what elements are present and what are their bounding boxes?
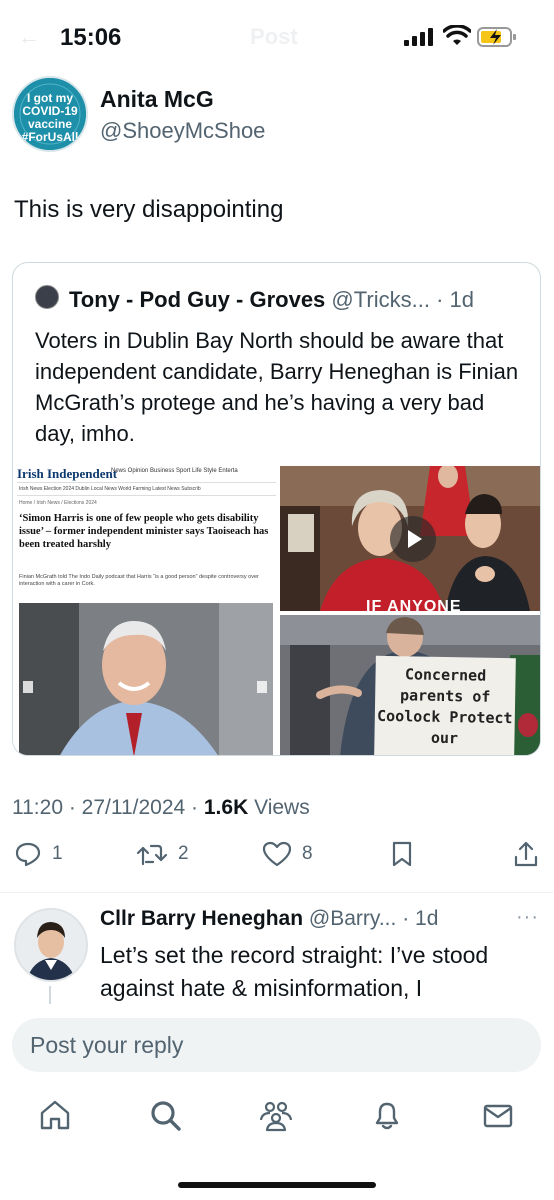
- like-count: 8: [302, 843, 313, 864]
- wifi-icon: [443, 25, 471, 45]
- status-time: 15:06: [60, 24, 122, 51]
- messages-icon[interactable]: [481, 1098, 515, 1132]
- quoted-media-grid: Irish Independent News Opinion Business …: [13, 466, 540, 755]
- back-hint: ←: [18, 24, 40, 49]
- reply-author-avatar[interactable]: [14, 908, 88, 982]
- more-options-icon[interactable]: ···: [516, 906, 539, 929]
- protest-sign: Concerned parents of Coolock Protect our: [374, 655, 516, 755]
- share-icon: [514, 841, 538, 867]
- home-icon[interactable]: [38, 1098, 72, 1132]
- share-button[interactable]: [512, 840, 540, 868]
- bottom-tab-bar: [0, 1092, 554, 1142]
- post-text: This is very disappointing: [14, 196, 284, 223]
- like-button[interactable]: 8: [262, 840, 313, 868]
- newspaper-standfirst: Finian McGrath told The Indo Daily podca…: [19, 574, 259, 587]
- avatar-badge-text: I got my COVID-19 vaccine #ForUsAll: [21, 91, 79, 144]
- repost-count: 2: [178, 843, 189, 864]
- post-actions: 1 2 8: [0, 840, 554, 884]
- newspaper-nav: News Opinion Business Sport Life Style E…: [111, 468, 238, 474]
- search-icon[interactable]: [148, 1098, 182, 1132]
- author-handle[interactable]: @ShoeyMcShoe: [100, 118, 265, 144]
- newspaper-breadcrumb: Home / Irish News / Elections 2024: [19, 500, 97, 506]
- media-image-protest[interactable]: Concerned parents of Coolock Protect our: [280, 615, 540, 755]
- notifications-icon[interactable]: [370, 1098, 404, 1132]
- status-bar: ← Post 15:06: [0, 0, 554, 72]
- post-meta: 11:20 · 27/11/2024 · 1.6K Views: [12, 796, 310, 820]
- reply-input[interactable]: Post your reply: [12, 1018, 541, 1072]
- repost-button[interactable]: 2: [136, 840, 189, 868]
- battery-icon: [477, 27, 516, 47]
- quoted-author-avatar: [35, 285, 59, 309]
- quoted-post-text: Voters in Dublin Bay North should be awa…: [35, 328, 519, 446]
- reply-author-name[interactable]: Cllr Barry Heneghan: [100, 907, 303, 930]
- media-image-article[interactable]: Irish Independent News Opinion Business …: [13, 466, 278, 755]
- reply-header: Cllr Barry Heneghan @Barry... · 1d: [100, 907, 438, 931]
- bookmark-button[interactable]: [390, 840, 414, 868]
- newspaper-photo: [19, 603, 273, 755]
- thread-line: [49, 986, 51, 1006]
- repost-icon: [136, 844, 168, 866]
- reply-author-handle[interactable]: @Barry...: [309, 907, 396, 930]
- quoted-author-name: Tony - Pod Guy - Groves: [69, 287, 326, 312]
- reply-count: 1: [52, 843, 63, 864]
- video-caption: IF ANYONE: [366, 598, 462, 611]
- quoted-author-handle: @Tricks...: [331, 287, 430, 312]
- views-count[interactable]: 1.6K: [204, 796, 248, 819]
- bookmark-icon: [392, 841, 412, 867]
- newspaper-subnav: Irish News Election 2024 Dublin Local Ne…: [19, 486, 201, 492]
- reply-button[interactable]: 1: [14, 840, 63, 868]
- play-button[interactable]: [390, 516, 436, 562]
- reply-text: Let’s set the record straight: I’ve stoo…: [100, 942, 489, 1001]
- divider: [0, 892, 554, 893]
- newspaper-logo: Irish Independent: [17, 466, 118, 481]
- media-video[interactable]: IF ANYONE: [280, 466, 540, 611]
- signal-icon: [404, 28, 433, 46]
- quoted-post-header: Tony - Pod Guy - Groves @Tricks... · 1d: [69, 287, 474, 313]
- newspaper-headline: ‘Simon Harris is one of few people who g…: [19, 513, 269, 550]
- author-avatar[interactable]: I got my COVID-19 vaccine #ForUsAll: [12, 76, 88, 152]
- reply-time: · 1d: [402, 907, 439, 930]
- post-timestamp: 11:20 · 27/11/2024 ·: [12, 796, 204, 819]
- reply-icon: [15, 842, 41, 867]
- like-icon: [262, 841, 292, 867]
- author-name[interactable]: Anita McG: [100, 86, 214, 113]
- title-hint: Post: [250, 24, 298, 49]
- views-label[interactable]: Views: [248, 796, 310, 819]
- communities-icon[interactable]: [259, 1098, 293, 1132]
- home-indicator: [178, 1182, 376, 1188]
- quoted-post[interactable]: Tony - Pod Guy - Groves @Tricks... · 1d …: [12, 262, 541, 756]
- quoted-post-time: · 1d: [436, 287, 474, 312]
